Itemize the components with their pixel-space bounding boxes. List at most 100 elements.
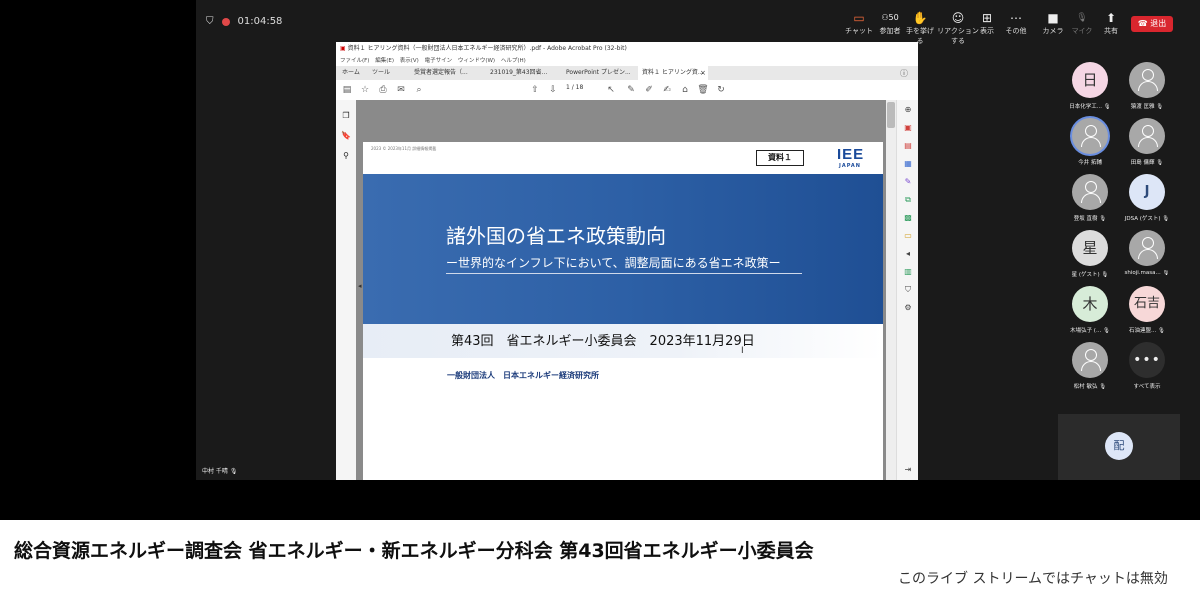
tab-document-1[interactable]: 受賞者選定報告（... <box>410 66 482 80</box>
organization-name: 一般財団法人 日本エネルギー経済研究所 <box>447 371 599 380</box>
mic-muted-icon: 🎙 <box>1156 160 1164 166</box>
more-tools-icon[interactable]: ⚙ <box>902 302 914 314</box>
participant-tile[interactable]: 松村 敏弘 🎙 <box>1060 340 1120 398</box>
tab-close-icon[interactable]: × <box>700 66 706 80</box>
avatar: 日 <box>1072 62 1108 98</box>
print-production-icon[interactable]: ▥ <box>902 266 914 278</box>
participant-name: 松村 敏弘 🎙 <box>1073 384 1107 390</box>
collapse-arrow-icon[interactable]: ◂ <box>902 248 914 260</box>
participants-icon: ⚇50 <box>881 13 899 22</box>
rotate-icon[interactable]: ↻ <box>714 83 728 97</box>
avatar: 石吉 <box>1129 286 1165 322</box>
left-navigation-pane: ❐ 🔖 ⚲ <box>336 100 357 480</box>
create-pdf-icon[interactable]: ▣ <box>902 122 914 134</box>
more-dots-icon: ••• <box>1129 342 1165 378</box>
scrollbar-thumb[interactable] <box>887 102 895 128</box>
iee-logo-sub: JAPAN <box>839 163 861 169</box>
menu-edit[interactable]: 編集(E) <box>375 58 394 64</box>
show-all-label: すべて表示 <box>1133 384 1161 390</box>
participant-tile[interactable]: 石吉 石油連盟... 🎙 <box>1117 284 1177 342</box>
acrobat-titlebar: ▣ 資料１ ヒアリング資料（一般財団法人日本エネルギー経済研究所）.pdf - … <box>336 42 918 56</box>
tab-document-3[interactable]: PowerPoint プレゼン... <box>562 66 636 80</box>
participant-name: 石油連盟... 🎙 <box>1129 328 1165 334</box>
attachment-icon[interactable]: ⚲ <box>340 150 352 162</box>
menu-window[interactable]: ウィンドウ(W) <box>458 58 495 64</box>
more-button[interactable]: ⋯ その他 <box>999 10 1033 40</box>
participant-name: 今井 拓輔 <box>1078 160 1102 166</box>
mic-muted-icon: 🎙 <box>1102 328 1110 334</box>
highlight-icon[interactable]: ✐ <box>642 83 656 97</box>
acrobat-title: 資料１ ヒアリング資料（一般財団法人日本エネルギー経済研究所）.pdf - Ad… <box>347 45 627 52</box>
delete-icon[interactable]: 🗑 <box>696 83 710 97</box>
shield-icon: ⛉ <box>206 16 214 27</box>
bookmarks-icon[interactable]: 🔖 <box>340 130 352 142</box>
share-icon: ⬆ <box>1105 11 1117 25</box>
search-icon[interactable]: ⌕ <box>412 83 426 97</box>
left-collapse-icon[interactable]: ◂ <box>358 282 362 290</box>
participant-name: 星 (ゲスト) 🎙 <box>1071 272 1109 278</box>
menu-help[interactable]: ヘルプ(H) <box>501 58 526 64</box>
participant-tile[interactable]: 星 星 (ゲスト) 🎙 <box>1060 228 1120 286</box>
new-doc-icon[interactable]: ▤ <box>340 83 354 97</box>
acrobat-menubar: ファイル(F) 編集(E) 表示(V) 電子サイン ウィンドウ(W) ヘルプ(H… <box>336 56 918 66</box>
menu-file[interactable]: ファイル(F) <box>340 58 369 64</box>
stamp-icon[interactable]: ⌂ <box>678 83 692 97</box>
participants-button[interactable]: ⚇50 参加者 <box>873 10 907 40</box>
page-total: / 18 <box>571 84 584 91</box>
participant-tile[interactable]: 日 日本化学工... 🎙 <box>1060 60 1120 118</box>
edit-pdf-icon[interactable]: ✎ <box>902 176 914 188</box>
raise-hand-icon: ✋ <box>912 11 928 25</box>
avatar: 星 <box>1072 230 1108 266</box>
help-icon[interactable]: ⓘ <box>900 68 908 79</box>
speaker-name-tag: 中村 千晴 🎙 <box>202 466 237 475</box>
tab-tools[interactable]: ツール <box>368 66 394 80</box>
export-pdf-icon[interactable]: ▤ <box>902 140 914 152</box>
menu-view[interactable]: 表示(V) <box>400 58 419 64</box>
user-avatar-icon <box>1072 342 1108 378</box>
scan-ocr-icon[interactable]: ▩ <box>902 212 914 224</box>
protect-icon[interactable]: ⛉ <box>902 284 914 296</box>
tab-home[interactable]: ホーム <box>338 66 364 80</box>
mail-icon[interactable]: ✉ <box>394 83 408 97</box>
participant-tile[interactable]: 木 木場弘子 (... 🎙 <box>1060 284 1120 342</box>
organize-pages-icon[interactable]: ▦ <box>902 158 914 170</box>
mic-muted-icon: 🎙 <box>1162 216 1170 222</box>
document-tag: 資料１ <box>756 150 804 166</box>
share-button[interactable]: ⬆ 共有 <box>1094 10 1128 40</box>
page-thumbnails-icon[interactable]: ❐ <box>340 110 352 122</box>
participant-tile[interactable]: 登坂 直樹 🎙 <box>1060 172 1120 230</box>
select-cursor-icon[interactable]: ↖ <box>604 83 618 97</box>
expand-pane-icon[interactable]: ⇥ <box>902 464 914 476</box>
participant-tile[interactable]: 猿渡 匡雅 🎙 <box>1117 60 1177 118</box>
draw-icon[interactable]: ✍ <box>660 83 674 97</box>
avatar: J <box>1129 174 1165 210</box>
combine-files-icon[interactable]: ⧉ <box>902 194 914 206</box>
tab-document-2[interactable]: 231019_第43回省... <box>486 66 558 80</box>
page-up-icon[interactable]: ⇧ <box>528 83 542 97</box>
text-cursor-icon: I <box>741 346 744 356</box>
comment-icon[interactable]: ▭ <box>902 230 914 242</box>
show-all-participants-button[interactable]: ••• すべて表示 <box>1117 340 1177 398</box>
tab-document-active[interactable]: 資料１ ヒアリング資... <box>638 66 708 80</box>
mic-muted-icon: 🎙 <box>1099 216 1107 222</box>
vertical-scrollbar[interactable] <box>886 100 896 480</box>
page-down-icon[interactable]: ⇩ <box>546 83 560 97</box>
mic-muted-icon: 🎙 <box>1101 272 1109 278</box>
comment-pen-icon[interactable]: ✎ <box>624 83 638 97</box>
speaker-name: 中村 千晴 <box>202 468 228 475</box>
subtitle-underline <box>446 273 802 274</box>
page-current[interactable]: 1 <box>566 84 570 91</box>
participant-tile[interactable]: 田島 傭輝 🎙 <box>1117 116 1177 174</box>
print-icon[interactable]: ⎙ <box>376 83 390 97</box>
menu-esign[interactable]: 電子サイン <box>425 58 453 64</box>
participant-tile[interactable]: 今井 拓輔 <box>1060 116 1120 174</box>
leave-button[interactable]: ☎ 退出 <box>1131 16 1173 32</box>
slide-title: 諸外国の省エネ政策動向 <box>446 224 666 248</box>
raise-hand-button[interactable]: ✋ 手を挙げる <box>903 10 937 45</box>
participant-name: 猿渡 匡雅 🎙 <box>1130 104 1164 110</box>
participant-tile[interactable]: J JDSA (ゲスト) 🎙 <box>1117 172 1177 230</box>
participant-tile[interactable]: shioji.masa... 🎙 <box>1117 228 1177 286</box>
bookmark-star-icon[interactable]: ☆ <box>358 83 372 97</box>
zoom-icon[interactable]: ⊕ <box>902 104 914 116</box>
chat-button[interactable]: ▭ チャット <box>842 10 876 40</box>
